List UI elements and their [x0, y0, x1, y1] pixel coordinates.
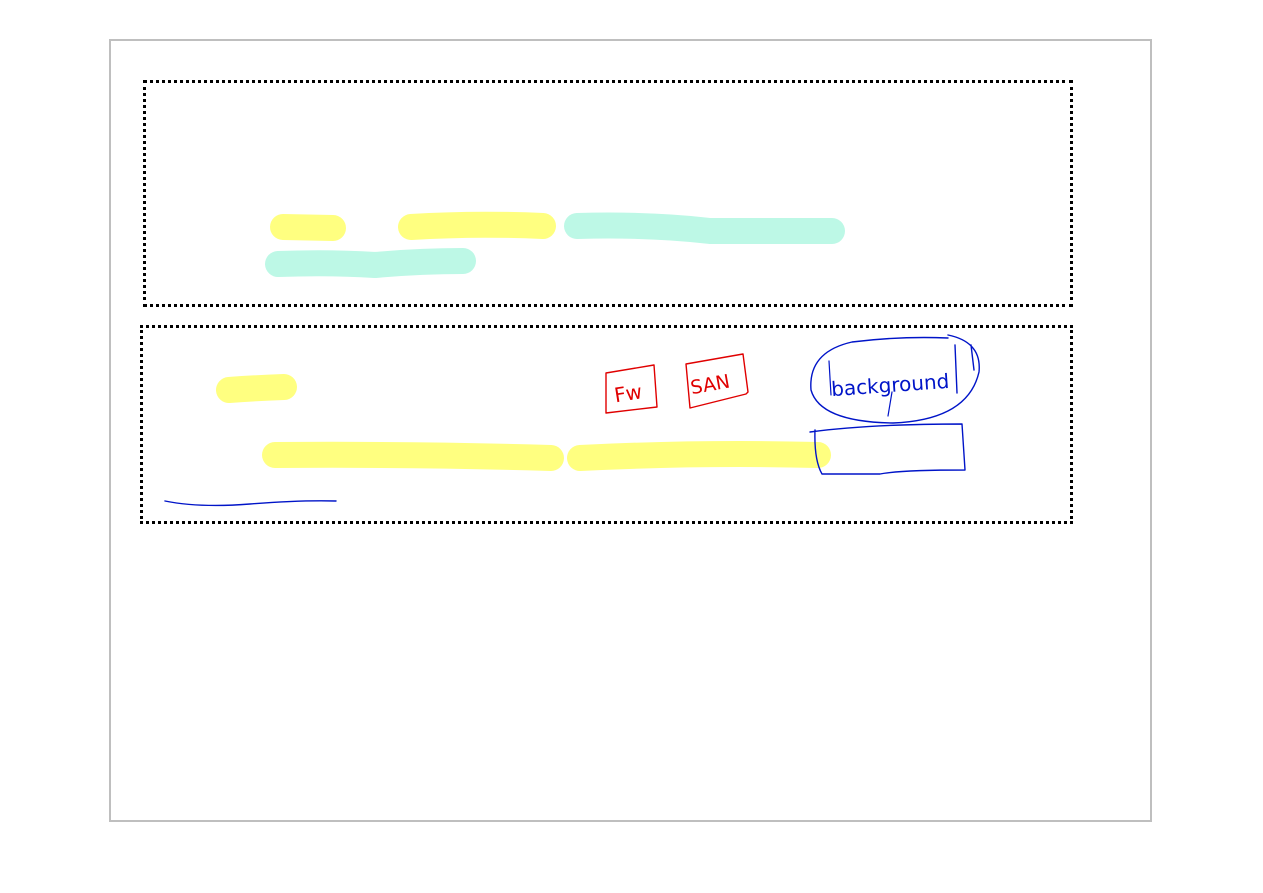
- mint-highlight-stroke[interactable]: [265, 248, 476, 278]
- yellow-highlight-stroke[interactable]: [398, 211, 556, 240]
- yellow-highlight-stroke[interactable]: [262, 441, 564, 471]
- yellow-highlight-stroke[interactable]: [567, 441, 831, 471]
- annotation-san: SAN: [689, 371, 732, 400]
- mint-highlight-stroke[interactable]: [564, 212, 845, 244]
- annotation-fw: Fw: [612, 379, 643, 407]
- blue-rectangle-stroke[interactable]: [809, 423, 966, 475]
- blue-underline-stroke[interactable]: [164, 500, 337, 507]
- canvas: Fw SAN background: [0, 0, 1263, 893]
- annotation-background: background: [830, 369, 950, 401]
- yellow-highlight-stroke[interactable]: [216, 374, 297, 403]
- ink-layer: Fw SAN background: [164, 211, 980, 507]
- yellow-highlight-stroke[interactable]: [270, 214, 346, 241]
